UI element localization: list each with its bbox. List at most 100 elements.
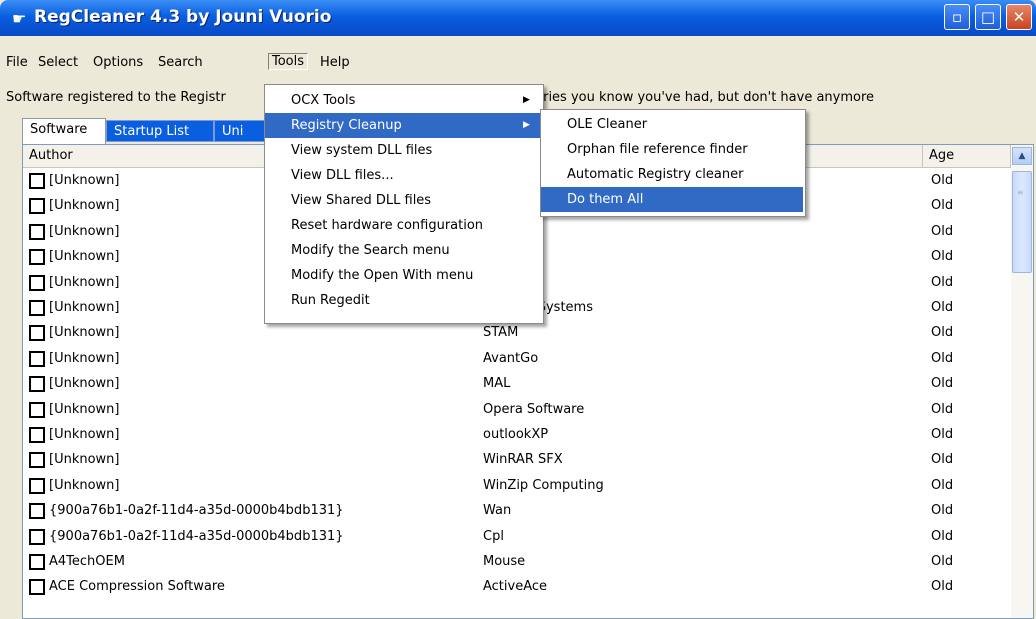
scroll-up-icon[interactable]: ▲ <box>1012 147 1032 165</box>
product-cell: WinZip Computing <box>483 477 604 493</box>
author-cell: [Unknown] <box>49 325 120 341</box>
row-checkbox[interactable] <box>29 223 45 240</box>
author-cell: [Unknown] <box>49 350 120 366</box>
submenu-arrow-icon: ▶ <box>523 95 530 105</box>
menu-item-reset-hardware[interactable]: Reset hardware configuration <box>265 213 541 238</box>
author-cell: [Unknown] <box>49 300 120 315</box>
product-cell: Mouse <box>483 554 526 569</box>
menu-item-view-shared-dll[interactable]: View Shared DLL files <box>265 188 541 213</box>
menu-item-ocx-tools[interactable]: OCX Tools ▶ <box>265 88 541 113</box>
author-cell: [Unknown] <box>49 477 120 493</box>
menu-item-modify-search[interactable]: Modify the Search menu <box>265 238 541 263</box>
submenu-item-orphan-file-finder[interactable]: Orphan file reference finder <box>541 137 803 162</box>
menu-item-view-system-dll[interactable]: View system DLL files <box>265 138 541 163</box>
author-cell: [Unknown] <box>49 173 120 188</box>
author-cell: {900a76b1-0a2f-11d4-a35d-0000b4bdb131} <box>49 503 344 519</box>
table-row[interactable]: A4TechOEM Mouse Old <box>23 550 1011 575</box>
age-cell: Old <box>931 579 954 595</box>
table-row[interactable]: [Unknown] WinZip Computing Old <box>23 474 1011 499</box>
product-cell: AvantGo <box>483 350 539 366</box>
menu-item-registry-cleanup[interactable]: Registry Cleanup ▶ <box>265 113 541 138</box>
product-cell: STAM <box>483 325 519 341</box>
row-checkbox[interactable] <box>29 350 45 367</box>
age-cell: Old <box>931 401 954 417</box>
row-checkbox[interactable] <box>29 477 45 494</box>
table-row[interactable]: ACE Compression Software ActiveAce Old <box>23 575 1011 600</box>
table-row[interactable]: {900a76b1-0a2f-11d4-a35d-0000b4bdb131} Wa… <box>23 499 1011 524</box>
regcleaner-app-icon[interactable]: ☛ <box>12 9 26 28</box>
menu-search[interactable]: Search <box>158 55 203 70</box>
row-checkbox[interactable] <box>29 249 45 266</box>
row-checkbox[interactable] <box>29 198 45 215</box>
menu-item-run-regedit[interactable]: Run Regedit <box>265 288 541 313</box>
maximize-button[interactable]: □ <box>975 4 1001 30</box>
row-checkbox[interactable] <box>29 274 45 291</box>
submenu-item-ole-cleaner[interactable]: OLE Cleaner <box>541 112 803 137</box>
product-cell: Cpl <box>483 528 504 544</box>
scroll-grip-icon: ≡ <box>1017 188 1024 197</box>
author-cell: [Unknown] <box>49 427 120 442</box>
row-checkbox[interactable] <box>29 554 45 570</box>
table-row[interactable]: [Unknown] Opera Software Old <box>23 398 1011 423</box>
close-button[interactable]: ✕ <box>1006 4 1032 30</box>
age-cell: Old <box>931 300 954 315</box>
menu-item-modify-open-with[interactable]: Modify the Open With menu <box>265 263 541 288</box>
age-cell: Old <box>931 452 954 468</box>
menu-file[interactable]: File <box>6 55 28 70</box>
scroll-thumb[interactable] <box>1012 171 1032 273</box>
row-checkbox[interactable] <box>29 325 45 342</box>
author-cell: ACE Compression Software <box>49 579 225 595</box>
tab-software[interactable]: Software <box>22 118 106 144</box>
status-text-left: Software registered to the Registr <box>6 90 226 105</box>
table-row[interactable]: [Unknown] STAM Old <box>23 321 1011 346</box>
row-checkbox[interactable] <box>29 452 45 469</box>
age-cell: Old <box>931 376 954 392</box>
author-cell: [Unknown] <box>49 376 120 392</box>
maximize-icon: □ <box>980 8 996 26</box>
row-checkbox[interactable] <box>29 401 45 418</box>
row-checkbox[interactable] <box>29 503 45 520</box>
row-checkbox[interactable] <box>29 376 45 393</box>
window-title: RegCleaner 4.3 by Jouni Vuorio <box>34 7 332 27</box>
age-cell: Old <box>931 350 954 366</box>
vertical-scrollbar[interactable]: ▲ ≡ <box>1011 145 1033 618</box>
age-cell: Old <box>931 223 954 239</box>
row-checkbox[interactable] <box>29 173 45 189</box>
age-cell: Old <box>931 274 954 290</box>
author-cell: [Unknown] <box>49 249 120 265</box>
row-checkbox[interactable] <box>29 300 45 316</box>
menu-item-view-dll[interactable]: View DLL files... <box>265 163 541 188</box>
menu-help[interactable]: Help <box>320 55 350 70</box>
menu-select[interactable]: Select <box>38 55 78 70</box>
age-cell: Old <box>931 528 954 544</box>
product-cell: ActiveAce <box>483 579 548 595</box>
table-row[interactable]: {900a76b1-0a2f-11d4-a35d-0000b4bdb131} Cp… <box>23 525 1011 550</box>
row-checkbox[interactable] <box>29 528 45 545</box>
submenu-item-do-them-all[interactable]: Do them All <box>541 187 803 212</box>
table-row[interactable]: [Unknown] outlookXP Old <box>23 423 1011 448</box>
tab-startup-list[interactable]: Startup List <box>106 120 214 142</box>
submenu-item-automatic-cleaner[interactable]: Automatic Registry cleaner <box>541 162 803 187</box>
minimize-button[interactable]: ▫ <box>944 4 970 30</box>
menu-options[interactable]: Options <box>93 55 143 70</box>
menu-tools[interactable]: Tools <box>268 53 309 70</box>
product-cell: outlookXP <box>483 427 549 442</box>
author-cell: {900a76b1-0a2f-11d4-a35d-0000b4bdb131} <box>49 528 344 544</box>
menu-bar: File Select Options Search Tools Help <box>6 52 1036 74</box>
author-cell: A4TechOEM <box>49 554 125 569</box>
row-checkbox[interactable] <box>29 579 45 596</box>
row-checkbox[interactable] <box>29 427 45 443</box>
submenu-arrow-icon: ▶ <box>523 120 530 130</box>
author-cell: [Unknown] <box>49 223 120 239</box>
title-bar[interactable]: ☛ RegCleaner 4.3 by Jouni Vuorio ▫ □ ✕ <box>0 0 1036 36</box>
table-row[interactable]: [Unknown] MAL Old <box>23 372 1011 397</box>
product-cell: Opera Software <box>483 401 585 417</box>
table-row[interactable]: [Unknown] WinRAR SFX Old <box>23 448 1011 473</box>
column-header-age[interactable]: Age <box>923 145 1011 167</box>
age-cell: Old <box>931 554 954 569</box>
age-cell: Old <box>931 173 954 188</box>
table-row[interactable]: [Unknown] AvantGo Old <box>23 347 1011 372</box>
author-cell: [Unknown] <box>49 198 120 214</box>
close-icon: ✕ <box>1012 8 1026 26</box>
author-cell: [Unknown] <box>49 274 120 290</box>
